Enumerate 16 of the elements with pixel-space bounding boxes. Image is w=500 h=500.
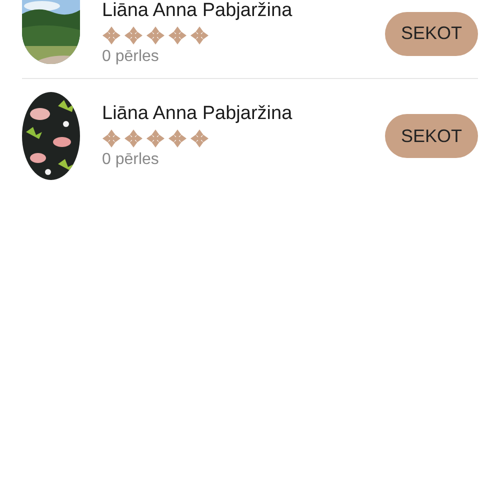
follow-button[interactable]: SEKOT (385, 114, 478, 158)
pearl-count: 0 pērles (102, 150, 160, 170)
user-name: Liāna Anna Pabjaržina (102, 0, 294, 22)
flower-icon (168, 26, 187, 45)
flower-icon (190, 128, 209, 148)
flower-icon (124, 26, 143, 45)
flower-icon (102, 26, 121, 45)
flower-icon (124, 128, 143, 148)
flower-icon (146, 26, 165, 45)
flower-icon (102, 128, 121, 148)
pearl-count: 0 pērles (102, 47, 160, 67)
flower-icon (190, 26, 209, 45)
flower-icon (146, 128, 165, 148)
follow-button[interactable]: SEKOT (385, 12, 478, 56)
flower-icon (168, 128, 187, 148)
user-name: Liāna Anna Pabjaržina (102, 102, 294, 124)
